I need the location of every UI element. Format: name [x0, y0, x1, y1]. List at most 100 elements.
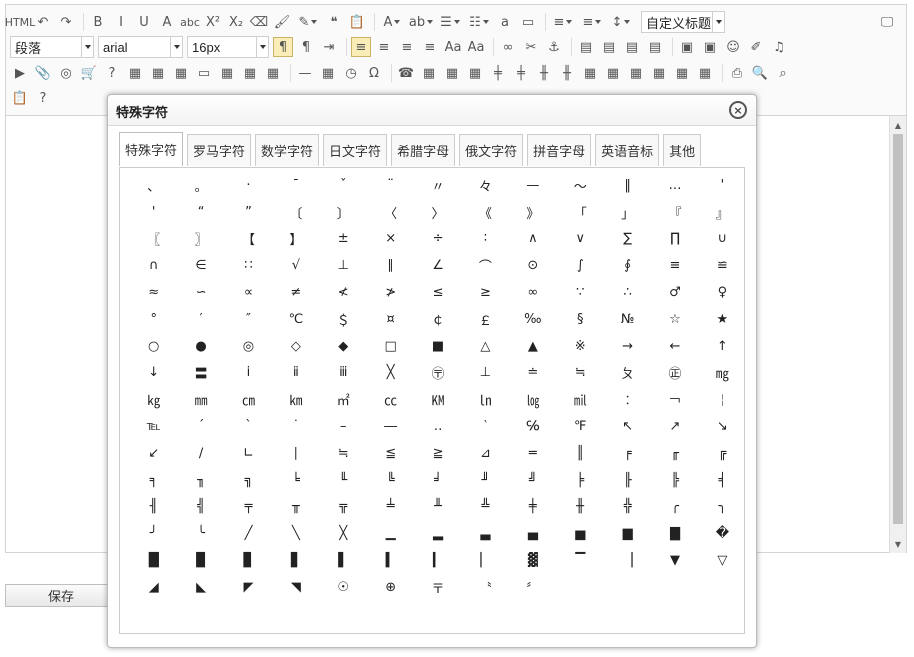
- special-char-cell[interactable]: ╦: [320, 494, 367, 521]
- indent-button[interactable]: ⇥: [319, 37, 339, 57]
- delete-row-button[interactable]: ╪: [511, 63, 531, 83]
- special-char-cell[interactable]: ': [699, 172, 746, 199]
- insert-table-button[interactable]: ▦: [419, 63, 439, 83]
- special-char-cell[interactable]: ㎏: [130, 386, 177, 413]
- special-char-cell[interactable]: ”: [225, 199, 272, 226]
- special-char-cell[interactable]: ▃: [462, 520, 509, 547]
- special-char-cell[interactable]: ▏: [462, 547, 509, 574]
- merge-right-button[interactable]: ▦: [603, 63, 623, 83]
- special-char-cell[interactable]: ‰: [509, 306, 556, 333]
- special-char-cell[interactable]: ╮: [699, 494, 746, 521]
- special-char-cell[interactable]: ¨: [367, 172, 414, 199]
- drafts-button[interactable]: 📋: [10, 88, 30, 108]
- justify-right-button[interactable]: ≡: [397, 37, 417, 57]
- special-char-cell[interactable]: ♀: [699, 279, 746, 306]
- split-cells-button[interactable]: ▦: [649, 63, 669, 83]
- unlink-button[interactable]: ✂: [521, 37, 541, 57]
- special-char-cell[interactable]: ↘: [699, 413, 746, 440]
- special-char-cell[interactable]: ◢: [130, 574, 177, 601]
- scroll-thumb[interactable]: [893, 134, 903, 524]
- merge-down-button[interactable]: ▦: [626, 63, 646, 83]
- special-char-cell[interactable]: 〶: [414, 360, 461, 387]
- special-char-cell[interactable]: ╤: [225, 494, 272, 521]
- special-char-cell[interactable]: ▁: [367, 520, 414, 547]
- special-char-cell[interactable]: ╥: [272, 494, 319, 521]
- special-char-cell[interactable]: ▊: [225, 547, 272, 574]
- clear-doc-button[interactable]: ▭: [518, 12, 538, 32]
- lowercase-button[interactable]: Aa: [466, 37, 486, 57]
- telephone-button[interactable]: ☎: [396, 63, 416, 83]
- special-char-cell[interactable]: ↓: [130, 360, 177, 387]
- special-char-cell[interactable]: 〉: [414, 199, 461, 226]
- special-char-cell[interactable]: 〈: [367, 199, 414, 226]
- special-char-cell[interactable]: ⊥: [462, 360, 509, 387]
- ordered-list-button[interactable]: ☰: [437, 12, 463, 32]
- special-char-cell[interactable]: 〃: [414, 172, 461, 199]
- special-char-cell[interactable]: ╠: [651, 467, 698, 494]
- special-char-cell[interactable]: ★: [699, 306, 746, 333]
- special-char-cell[interactable]: ╗: [225, 467, 272, 494]
- special-char-cell[interactable]: ▲: [509, 333, 556, 360]
- special-char-cell[interactable]: 》: [509, 199, 556, 226]
- special-char-cell[interactable]: ￠: [414, 306, 461, 333]
- paste-plain-button[interactable]: 📋: [347, 12, 367, 32]
- special-char-cell[interactable]: ′: [177, 306, 224, 333]
- special-char-cell[interactable]: ↖: [604, 413, 651, 440]
- strikethrough-button[interactable]: abc: [180, 12, 200, 32]
- special-char-cell[interactable]: ∈: [177, 252, 224, 279]
- special-char-cell[interactable]: –: [320, 413, 367, 440]
- special-char-cell[interactable]: ℉: [557, 413, 604, 440]
- special-char-cell[interactable]: ≒: [557, 360, 604, 387]
- paragraph-select[interactable]: 段落: [10, 36, 94, 58]
- delete-col-button[interactable]: ╫: [557, 63, 577, 83]
- special-char-cell[interactable]: №: [604, 306, 651, 333]
- tab-4[interactable]: 希腊字母: [391, 134, 456, 166]
- special-char-cell[interactable]: █: [130, 547, 177, 574]
- special-char-cell[interactable]: ″: [225, 306, 272, 333]
- special-char-cell[interactable]: 。: [177, 172, 224, 199]
- split-cols-button[interactable]: ▦: [695, 63, 715, 83]
- image-none-button[interactable]: ▤: [576, 37, 596, 57]
- template-button[interactable]: ▦: [148, 63, 168, 83]
- special-char-cell[interactable]: ╛: [414, 467, 461, 494]
- special-char-cell[interactable]: ╯: [130, 520, 177, 547]
- special-char-cell[interactable]: ※: [557, 333, 604, 360]
- special-char-cell[interactable]: ▋: [272, 547, 319, 574]
- insert-image-button[interactable]: ▣: [700, 37, 720, 57]
- special-char-cell[interactable]: ＄: [320, 306, 367, 333]
- special-char-cell[interactable]: ╡: [699, 467, 746, 494]
- horizontal-rule-button[interactable]: —: [295, 63, 315, 83]
- delete-table-button[interactable]: ▦: [442, 63, 462, 83]
- special-char-cell[interactable]: ℅: [509, 413, 556, 440]
- link-button[interactable]: ∞: [498, 37, 518, 57]
- split-rows-button[interactable]: ▦: [672, 63, 692, 83]
- anchor-button[interactable]: ⚓: [544, 37, 564, 57]
- print-button[interactable]: ⎙: [727, 63, 747, 83]
- special-char-cell[interactable]: ▕: [604, 547, 651, 574]
- special-char-cell[interactable]: ↗: [651, 413, 698, 440]
- special-char-cell[interactable]: ▂: [414, 520, 461, 547]
- tab-5[interactable]: 俄文字符: [459, 134, 524, 166]
- special-char-cell[interactable]: 】: [272, 226, 319, 253]
- special-char-cell[interactable]: ∪: [699, 226, 746, 253]
- special-char-cell[interactable]: 〞: [509, 574, 556, 601]
- special-char-cell[interactable]: ∽: [177, 279, 224, 306]
- lineheight-button[interactable]: ↕: [608, 12, 634, 32]
- special-char-cell[interactable]: ▍: [367, 547, 414, 574]
- special-char-cell[interactable]: ℃: [272, 306, 319, 333]
- special-char-cell[interactable]: ㏕: [557, 386, 604, 413]
- special-char-cell[interactable]: 【: [225, 226, 272, 253]
- special-char-cell[interactable]: ╟: [604, 467, 651, 494]
- special-char-cell[interactable]: “: [177, 199, 224, 226]
- gmap-button[interactable]: ▦: [240, 63, 260, 83]
- special-char-cell[interactable]: ℡: [130, 413, 177, 440]
- special-char-cell[interactable]: ≦: [367, 440, 414, 467]
- justify-left-button[interactable]: ≡: [351, 37, 371, 57]
- special-char-cell[interactable]: ╫: [557, 494, 604, 521]
- special-char-cell[interactable]: ╱: [225, 520, 272, 547]
- special-char-cell[interactable]: 〒: [414, 574, 461, 601]
- tab-0[interactable]: 特殊字符: [119, 132, 184, 166]
- special-char-cell[interactable]: ≮: [320, 279, 367, 306]
- eraser-button[interactable]: ⌫: [249, 12, 269, 32]
- underline-button[interactable]: U: [134, 12, 154, 32]
